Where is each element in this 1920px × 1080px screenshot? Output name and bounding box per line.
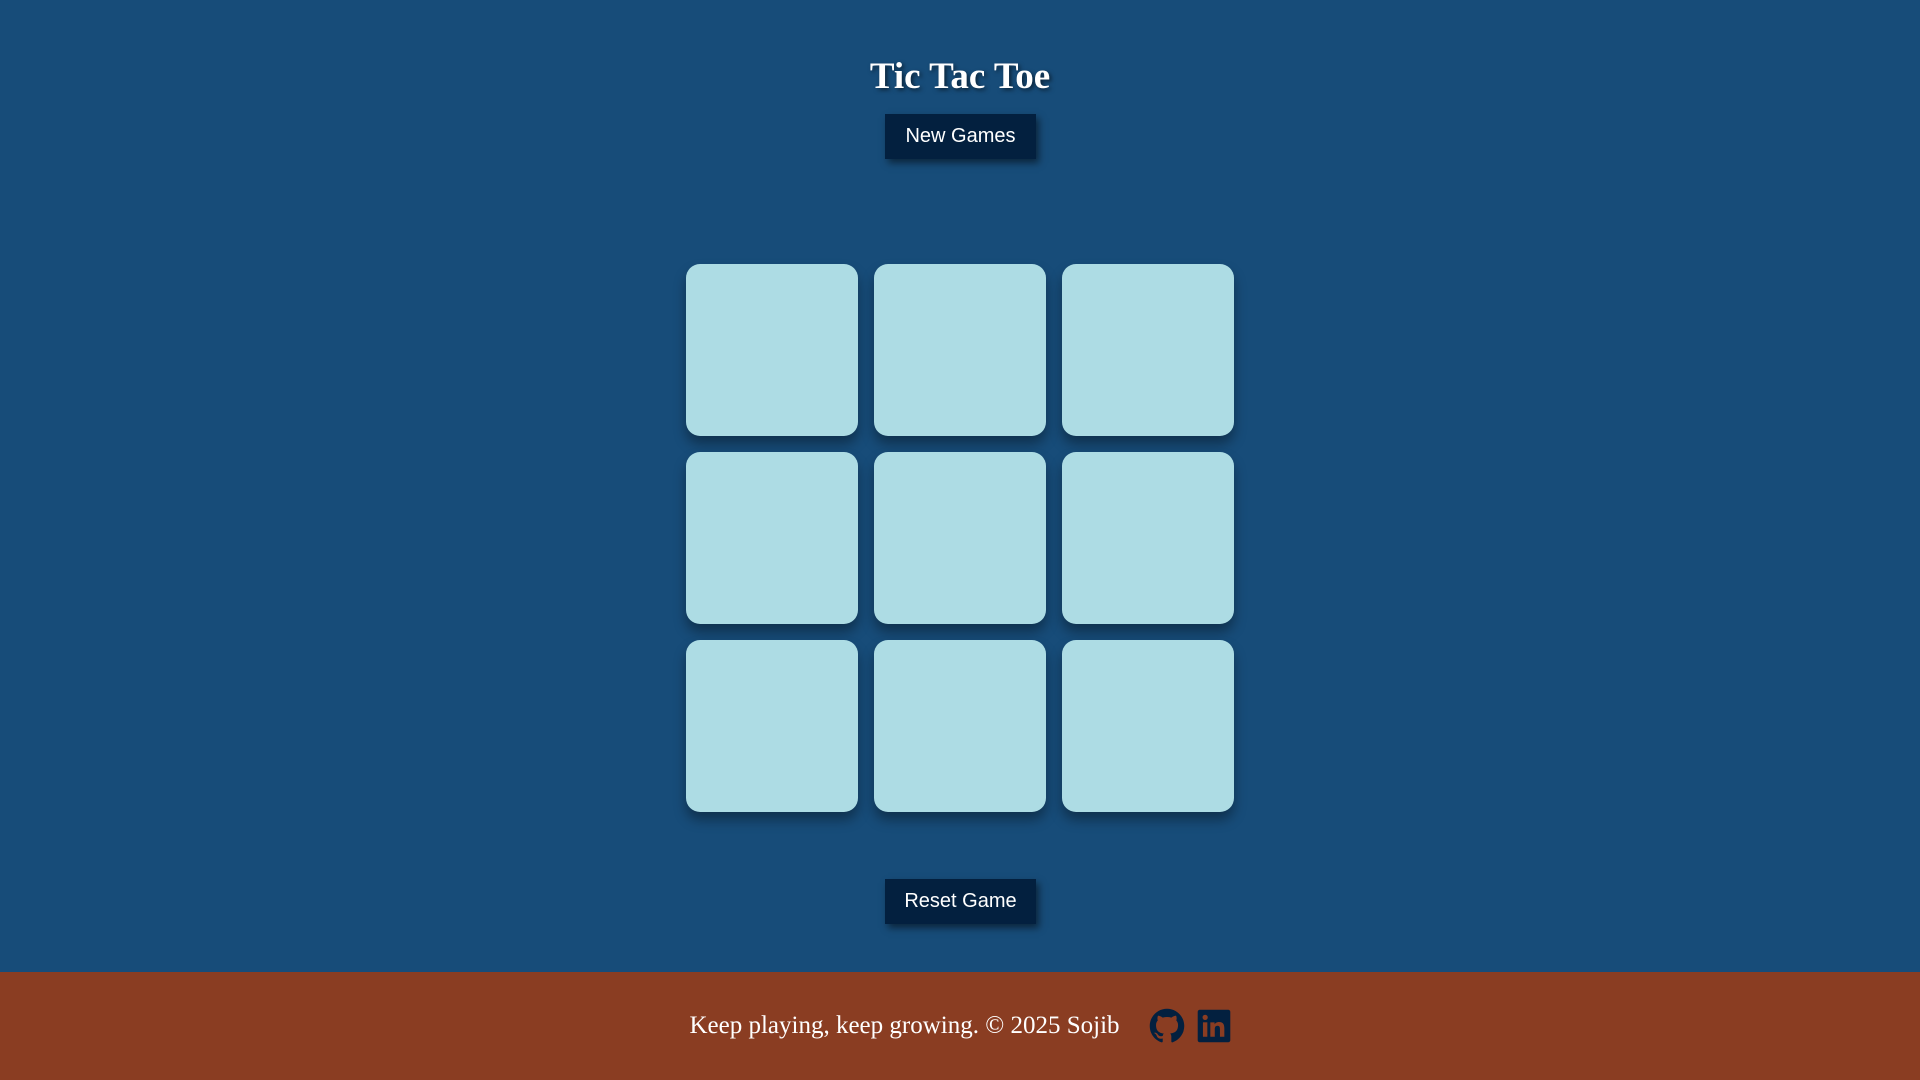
game-board	[686, 264, 1234, 812]
board-cell-2[interactable]	[874, 264, 1046, 436]
footer: Keep playing, keep growing. © 2025 Sojib	[0, 972, 1920, 1080]
new-game-button[interactable]: New Games	[885, 114, 1036, 159]
social-links	[1149, 1008, 1231, 1044]
reset-game-button[interactable]: Reset Game	[885, 879, 1036, 924]
board-cell-1[interactable]	[686, 264, 858, 436]
footer-text: Keep playing, keep growing. © 2025 Sojib	[689, 1012, 1120, 1039]
page-title: Tic Tac Toe	[869, 56, 1051, 97]
board-cell-5[interactable]	[874, 452, 1046, 624]
board-cell-8[interactable]	[874, 640, 1046, 812]
board-cell-4[interactable]	[686, 452, 858, 624]
github-icon	[1149, 1008, 1185, 1044]
github-link[interactable]	[1149, 1008, 1185, 1044]
board-cell-3[interactable]	[1062, 264, 1234, 436]
board-cell-7[interactable]	[686, 640, 858, 812]
board-cell-9[interactable]	[1062, 640, 1234, 812]
board-cell-6[interactable]	[1062, 452, 1234, 624]
linkedin-icon	[1197, 1009, 1231, 1043]
linkedin-link[interactable]	[1197, 1009, 1231, 1043]
